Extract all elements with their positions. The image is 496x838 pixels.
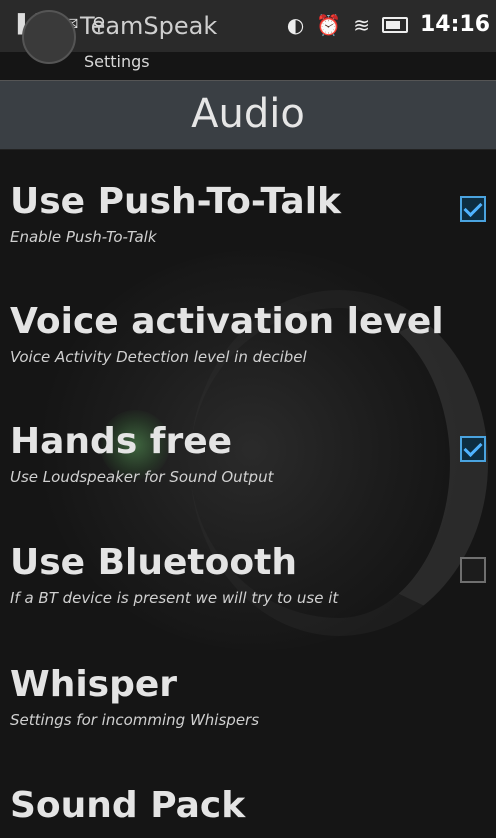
status-time: 14:16	[419, 12, 490, 37]
pref-sound-pack[interactable]: Sound Pack	[10, 786, 486, 832]
hands-free-checkbox[interactable]	[460, 436, 486, 462]
pref-voice-activation-level[interactable]: Voice activation level Voice Activity De…	[10, 301, 486, 367]
use-bluetooth-checkbox[interactable]	[460, 557, 486, 583]
status-right: ◐ ⏰ ≋ 14:16	[287, 12, 490, 37]
pref-summary: Enable Push-To-Talk	[10, 228, 157, 246]
pref-summary: Voice Activity Detection level in decibe…	[10, 348, 307, 366]
app-title: TeamSpeak	[80, 12, 218, 40]
battery-icon	[381, 16, 408, 33]
wifi-icon: ≋	[353, 12, 370, 37]
alarm-icon: ⏰	[316, 12, 342, 37]
pref-whisper[interactable]: Whisper Settings for incomming Whispers	[10, 664, 486, 730]
volume-icon: ◐	[286, 12, 305, 37]
section-header: Audio	[0, 80, 496, 150]
pref-summary: Settings for incomming Whispers	[10, 711, 260, 729]
pref-title: Use Push-To-Talk	[10, 181, 341, 222]
section-title: Audio	[191, 91, 305, 137]
app-subtitle: Settings	[84, 52, 150, 71]
pref-title: Use Bluetooth	[10, 542, 297, 583]
pref-summary: If a BT device is present we will try to…	[10, 589, 339, 607]
pref-hands-free[interactable]: Hands free Use Loudspeaker for Sound Out…	[10, 422, 486, 486]
pref-title: Whisper	[10, 664, 178, 705]
pref-push-to-talk[interactable]: Use Push-To-Talk Enable Push-To-Talk	[10, 182, 486, 246]
pref-title: Voice activation level	[10, 301, 444, 342]
pref-summary: Use Loudspeaker for Sound Output	[10, 468, 274, 486]
push-to-talk-checkbox[interactable]	[460, 196, 486, 222]
pref-use-bluetooth[interactable]: Use Bluetooth If a BT device is present …	[10, 543, 486, 607]
pref-title: Hands free	[10, 421, 233, 462]
app-logo[interactable]	[22, 10, 76, 64]
pref-title: Sound Pack	[10, 785, 246, 826]
